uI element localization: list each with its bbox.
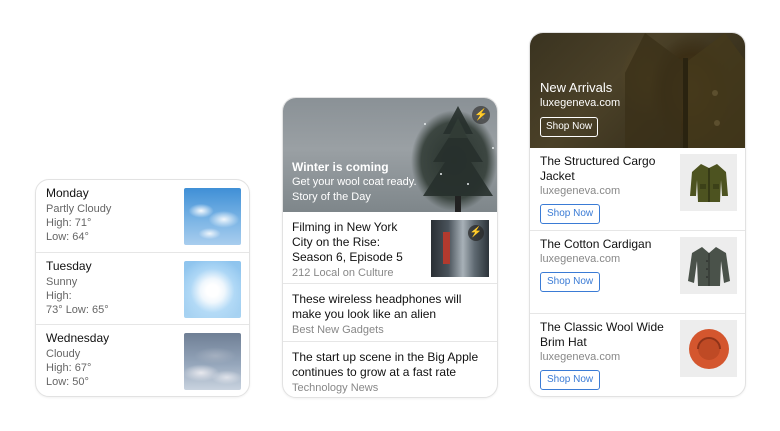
shop-now-button[interactable]: Shop Now (540, 370, 601, 390)
cardigan-icon (687, 246, 730, 286)
product-title: The Cotton Cardigan (540, 237, 652, 251)
product-item[interactable]: The Classic Wool Wide Brim Hat luxegenev… (530, 314, 745, 396)
cardigan-image (680, 237, 737, 294)
shop-hero-text: New Arrivals luxegeneva.com (540, 79, 620, 111)
jacket-closeup-image (625, 33, 745, 148)
news-card: ⚡ Winter is coming Get your wool coat re… (282, 97, 498, 398)
shop-now-button[interactable]: Shop Now (540, 117, 599, 137)
news-title: These wireless headphones will make you … (292, 292, 462, 321)
product-title: The Classic Wool Wide Brim Hat (540, 320, 664, 349)
news-title: The start up scene in the Big Apple cont… (292, 350, 479, 379)
news-source: Best New Gadgets (292, 324, 384, 336)
city-building-image: ⚡ (431, 220, 489, 277)
weather-day-row[interactable]: Monday Partly Cloudy High: 71° Low: 64° (36, 180, 249, 253)
new-arrivals-hero[interactable]: New Arrivals luxegeneva.com Shop Now (530, 33, 745, 148)
news-item[interactable]: These wireless headphones will make you … (283, 284, 497, 342)
hero-text: Winter is coming Get your wool coat read… (292, 160, 417, 205)
product-title: The Structured Cargo Jacket (540, 154, 656, 183)
sign-shape (443, 232, 450, 264)
sunny-image (184, 260, 241, 318)
hero-label: Story of the Day (292, 191, 371, 203)
shop-hero-domain: luxegeneva.com (540, 97, 621, 109)
news-source: Technology News (292, 382, 379, 394)
partly-cloudy-image (184, 188, 241, 245)
weather-day-row[interactable]: Tuesday Sunny High: 73° Low: 65° (36, 253, 249, 326)
shop-now-button[interactable]: Shop Now (540, 204, 601, 224)
hat-icon (688, 328, 729, 369)
weather-card: Monday Partly Cloudy High: 71° Low: 64° … (35, 179, 250, 397)
news-item[interactable]: Filming in New York City on the Rise: Se… (283, 212, 497, 284)
flash-icon: ⚡ (468, 225, 484, 241)
weather-day-row[interactable]: Wednesday Cloudy High: 67° Low: 50° (36, 325, 249, 396)
product-item[interactable]: The Cotton Cardigan luxegeneva.com Shop … (530, 231, 745, 314)
product-item[interactable]: The Structured Cargo Jacket luxegeneva.c… (530, 148, 745, 231)
hero-title: Winter is coming (292, 160, 389, 174)
cloudy-image (184, 333, 241, 391)
story-of-the-day-hero[interactable]: ⚡ Winter is coming Get your wool coat re… (283, 98, 497, 212)
flash-icon: ⚡ (472, 106, 490, 124)
hat-image (680, 320, 737, 377)
jacket-icon (689, 163, 728, 202)
shop-card: New Arrivals luxegeneva.com Shop Now The… (529, 32, 746, 397)
hero-subtitle: Get your wool coat ready. (292, 176, 417, 188)
shop-hero-title: New Arrivals (540, 80, 613, 95)
shop-now-button[interactable]: Shop Now (540, 272, 601, 292)
news-item[interactable]: The start up scene in the Big Apple cont… (283, 342, 497, 397)
news-title: Filming in New York City on the Rise: Se… (292, 220, 403, 264)
jacket-image (680, 154, 737, 211)
